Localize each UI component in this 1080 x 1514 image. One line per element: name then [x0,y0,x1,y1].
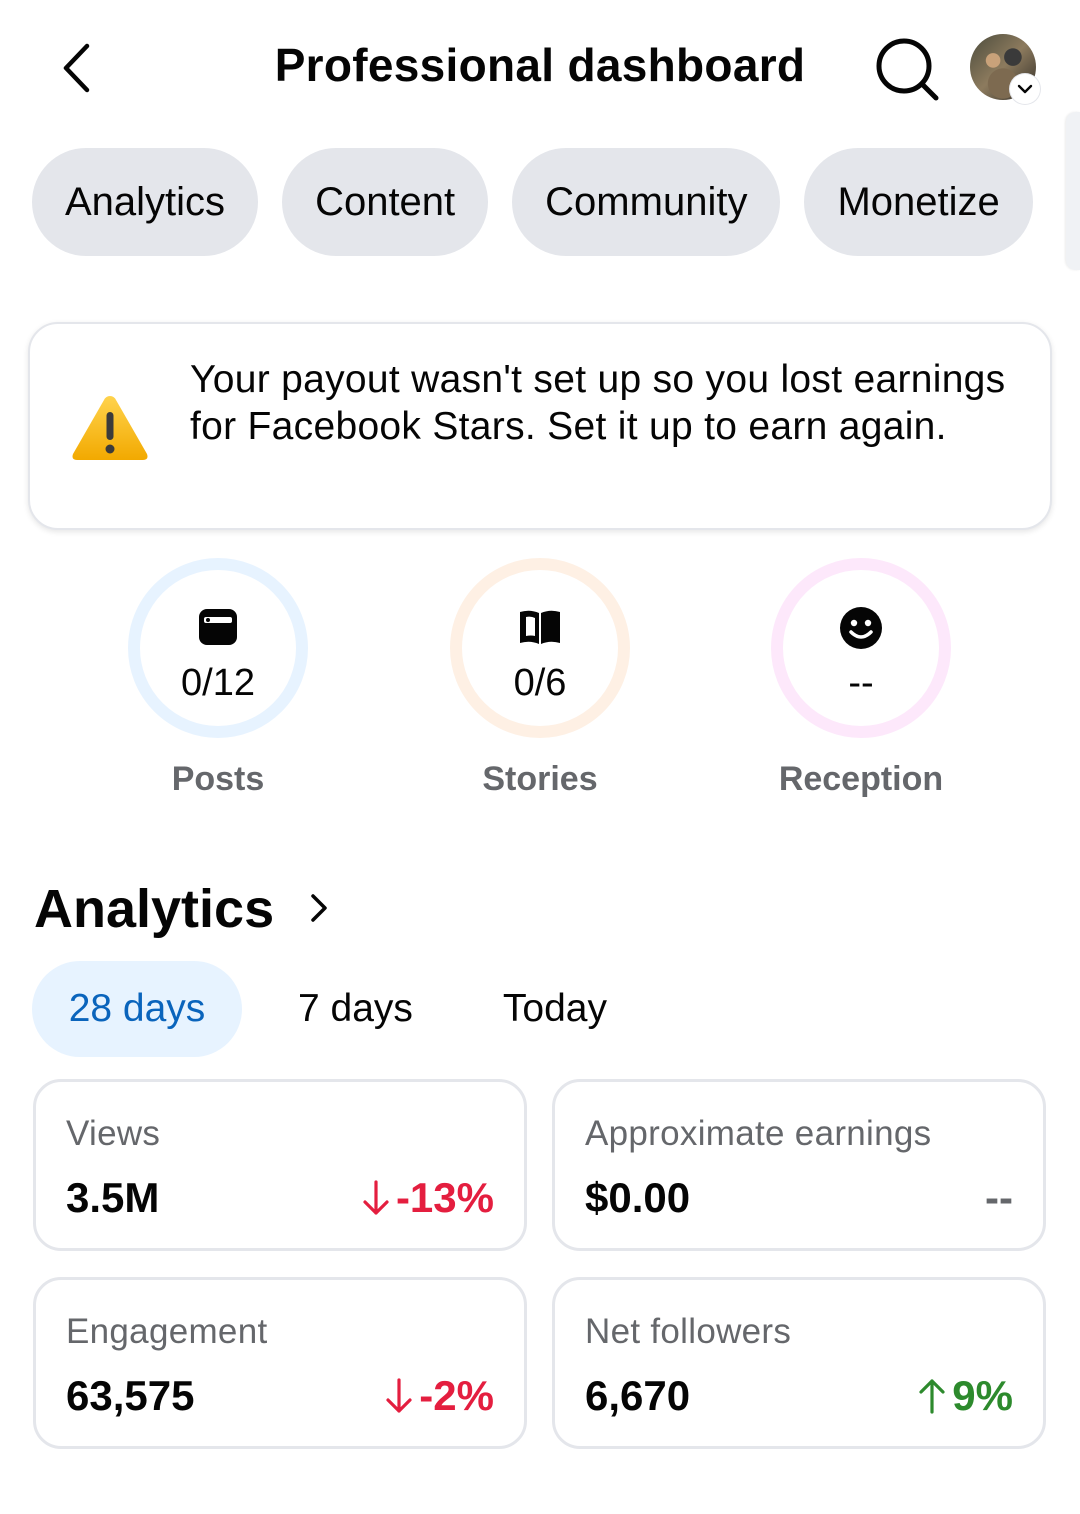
earnings-change-value: -- [985,1174,1013,1221]
reception-progress-ring: -- [771,558,951,738]
smiley-icon [840,607,882,649]
book-icon [520,610,560,644]
posts-stat[interactable]: 0/12 Posts [123,558,313,799]
net-followers-change-value: 9% [952,1372,1013,1419]
earnings-card[interactable]: Approximate earnings $0.00 -- [552,1079,1046,1251]
stories-label: Stories [482,760,598,798]
engagement-value: 63,575 [66,1372,195,1419]
net-followers-label: Net followers [585,1312,792,1351]
stories-stat[interactable]: 0/6 Stories [445,558,635,799]
engagement-label: Engagement [66,1312,268,1351]
posts-value: 0/12 [181,662,255,704]
net-followers-change: 9% [918,1372,1013,1420]
chevron-right-icon[interactable] [302,888,336,928]
period-7-days[interactable]: 7 days [298,961,413,1057]
account-switcher-button[interactable] [1010,74,1040,104]
period-28-days[interactable]: 28 days [32,961,242,1057]
stories-value: 0/6 [513,662,567,704]
post-icon [199,609,237,645]
chevron-down-icon [1017,84,1033,94]
posts-progress-ring: 0/12 [128,558,308,738]
payout-warning-card[interactable]: Your payout wasn't set up so you lost ea… [28,322,1052,530]
scroll-edge [1066,112,1080,270]
reception-stat[interactable]: -- Reception [766,558,956,799]
views-label: Views [66,1114,161,1153]
search-button[interactable] [872,34,942,104]
dashboard-tabs: Analytics Content Community Monetize [32,148,1033,256]
views-change-value: -13% [395,1174,494,1221]
engagement-change-value: -2% [419,1372,494,1419]
net-followers-value: 6,670 [585,1372,691,1419]
views-card[interactable]: Views 3.5M -13% [33,1079,527,1251]
stories-progress-ring: 0/6 [450,558,630,738]
payout-warning-text: Your payout wasn't set up so you lost ea… [190,358,1006,448]
tab-analytics[interactable]: Analytics [32,148,259,256]
earnings-value: $0.00 [585,1174,691,1221]
analytics-section-title[interactable]: Analytics [34,878,274,940]
views-value: 3.5M [66,1174,160,1221]
professional-dashboard-page: Professional dashboard Analytics Content… [0,0,1080,1514]
period-today[interactable]: Today [503,961,607,1057]
net-followers-card[interactable]: Net followers 6,670 9% [552,1277,1046,1449]
period-selector: 28 days 7 days Today [32,961,607,1057]
arrow-down-icon [386,1378,412,1413]
reception-label: Reception [778,760,944,798]
earnings-change: -- [985,1174,1013,1222]
warning-icon [72,396,148,460]
reception-value: -- [848,662,874,704]
tab-content[interactable]: Content [282,148,489,256]
tab-monetize[interactable]: Monetize [804,148,1033,256]
views-change: -13% [362,1174,494,1222]
engagement-change: -2% [385,1372,494,1420]
engagement-card[interactable]: Engagement 63,575 -2% [33,1277,527,1449]
earnings-label: Approximate earnings [585,1114,932,1153]
arrow-down-icon [363,1180,389,1215]
tab-community[interactable]: Community [512,148,781,256]
arrow-up-icon [919,1379,945,1414]
posts-label: Posts [171,760,265,798]
top-bar: Professional dashboard [0,0,1080,130]
search-icon [876,38,939,101]
